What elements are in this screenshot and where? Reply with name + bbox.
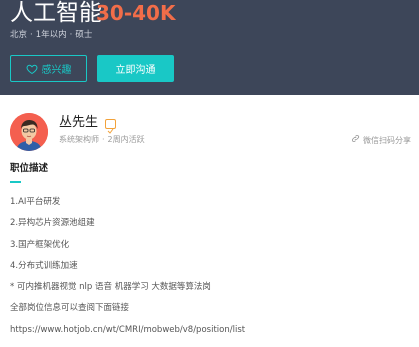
salary: 30-40K [96,1,176,25]
job-meta: 北京 · 1年以内 · 硕士 [10,30,93,40]
verified-badge-icon [105,119,116,134]
interest-button[interactable]: 感兴趣 [10,55,87,82]
desc-line: 4.分布式训练加速 [10,261,78,271]
job-list-link[interactable]: https://www.hotjob.cn/wt/CMRI/mobweb/v8/… [10,325,245,336]
desc-line: 3.国产框架优化 [10,240,70,250]
avatar [10,113,48,151]
share-link[interactable]: 微信扫码分享 [351,134,411,146]
recruiter-name: 丛先生 [59,115,99,130]
job-header: 人工智能 30-40K 北京 · 1年以内 · 硕士 感兴趣 立即沟通 [0,0,419,95]
heart-icon [26,63,38,75]
desc-line: * 可内推机器视觉 nlp 语音 机器学习 大数据等算法岗 [10,282,211,292]
desc-line: 1.AI平台研发 [10,197,61,207]
job-location: 北京 [10,30,28,40]
desc-line: 全部岗位信息可以查阅下面链接 [10,303,130,313]
chat-button[interactable]: 立即沟通 [97,55,174,82]
recruiter-active: 2周内活跃 [107,135,145,144]
interest-label: 感兴趣 [41,65,72,76]
job-experience: 1年以内 [35,30,67,40]
section-title: 职位描述 [10,163,49,174]
section-underline [10,181,21,183]
job-education: 硕士 [75,30,93,40]
job-title: 人工智能 [10,0,102,26]
link-icon [351,134,360,146]
recruiter-meta: 系统架构师 · 2周内活跃 [59,135,145,144]
share-label: 微信扫码分享 [363,135,411,145]
chat-label: 立即沟通 [115,65,156,76]
desc-line: 2.异构芯片资源池组建 [10,218,95,228]
recruiter-role: 系统架构师 [59,135,99,144]
